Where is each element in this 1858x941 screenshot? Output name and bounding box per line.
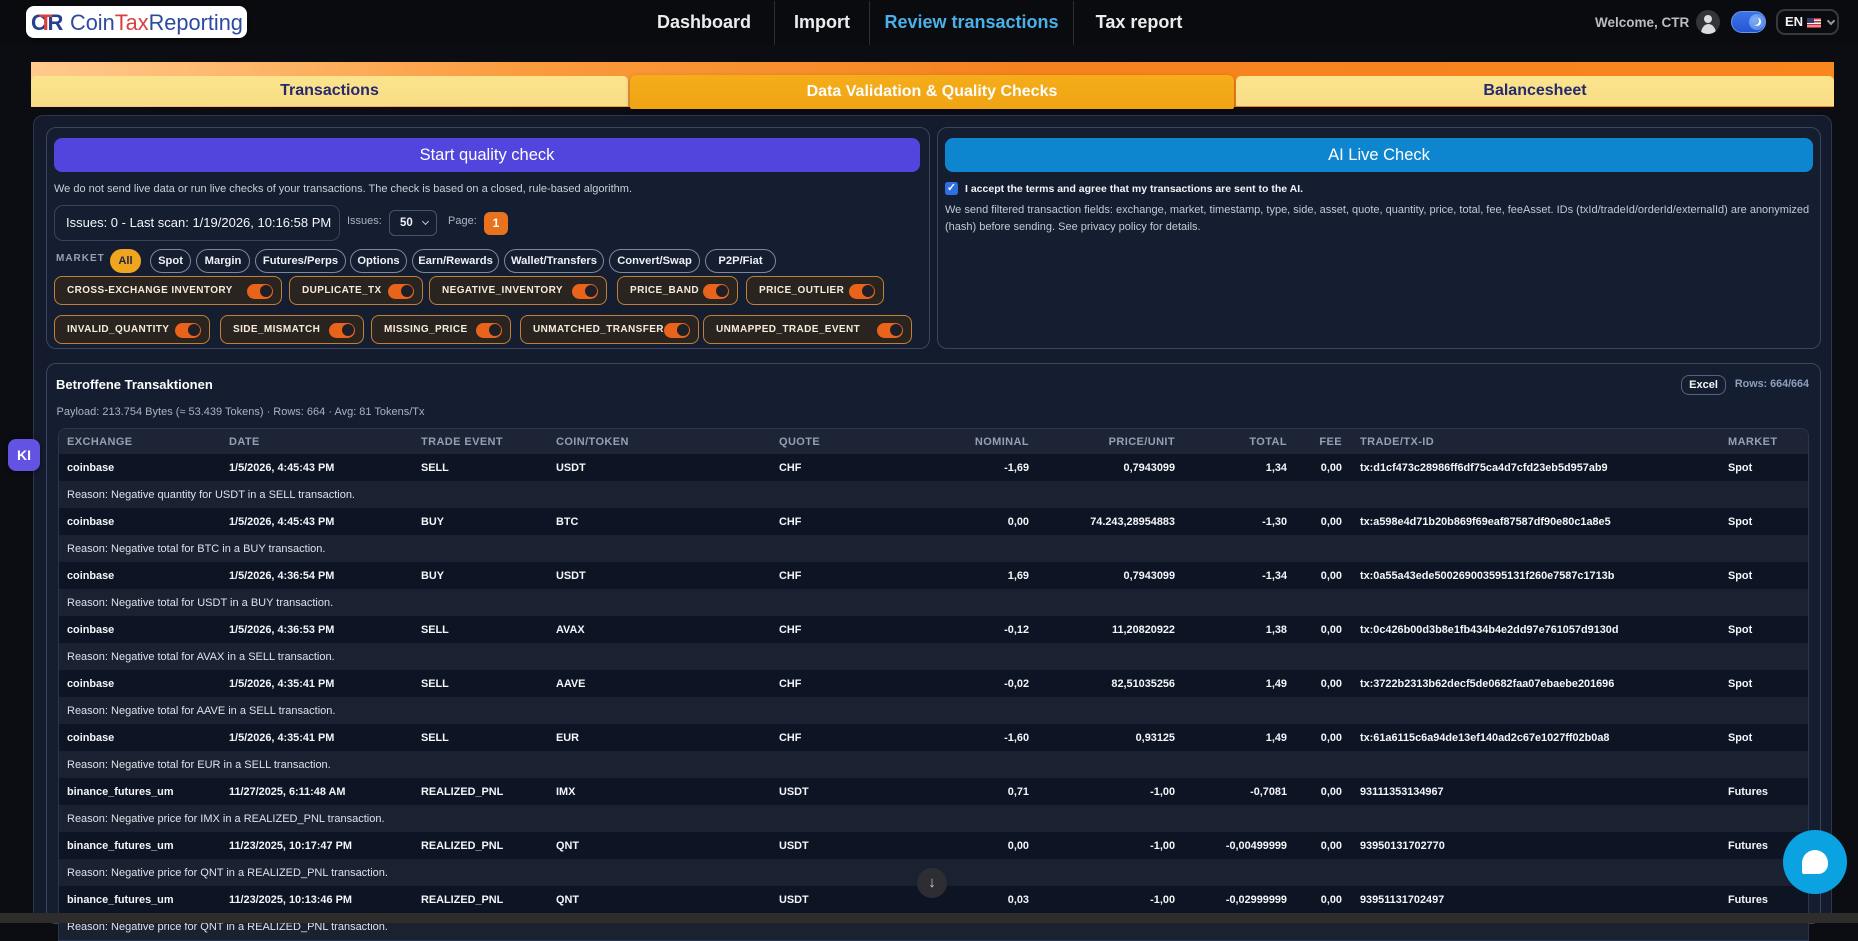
svg-text:T: T [39, 10, 53, 35]
